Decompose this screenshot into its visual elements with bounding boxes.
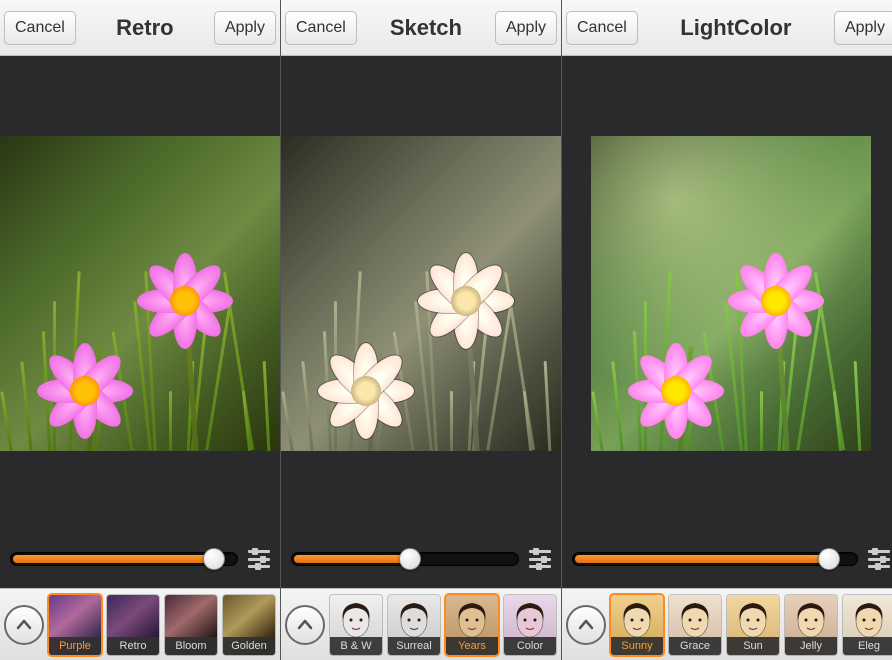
canvas-area [562, 56, 892, 530]
canvas-area [0, 56, 280, 530]
filter-thumb-label: Eleg [843, 637, 892, 655]
filter-thumb-label: Color [504, 637, 556, 655]
intensity-slider[interactable] [10, 552, 238, 566]
header: Cancel Retro Apply [0, 0, 280, 56]
filter-thumb-label: Sunny [611, 637, 663, 655]
panel-lightcolor: Cancel LightColor Apply [562, 0, 892, 660]
header: Cancel LightColor Apply [562, 0, 892, 56]
filter-thumb-label: Sun [727, 637, 779, 655]
apply-button[interactable]: Apply [834, 11, 892, 45]
filter-thumb-label: Purple [49, 637, 101, 655]
filter-strip: Sunny Grace Sun Jelly [562, 588, 892, 660]
slider-row [562, 530, 892, 588]
chevron-up-icon [296, 616, 314, 634]
slider-thumb[interactable] [203, 548, 225, 570]
chevron-up-icon [15, 616, 33, 634]
slider-row [281, 530, 561, 588]
cancel-button[interactable]: Cancel [4, 11, 76, 45]
filter-thumb-jelly[interactable]: Jelly [784, 594, 838, 656]
filter-thumb-label: Retro [107, 637, 159, 655]
photo-preview [281, 136, 561, 451]
filter-strip: Purple Retro Bloom Golden [0, 588, 280, 660]
filter-thumb-label: Bloom [165, 637, 217, 655]
cancel-button[interactable]: Cancel [566, 11, 638, 45]
filter-thumb-years[interactable]: Years [445, 594, 499, 656]
filter-thumb-purple[interactable]: Purple [48, 594, 102, 656]
header: Cancel Sketch Apply [281, 0, 561, 56]
photo-preview [0, 136, 280, 451]
filter-thumb-label: Grace [669, 637, 721, 655]
filter-thumb-label: Surreal [388, 637, 440, 655]
adjustments-icon[interactable] [529, 548, 551, 570]
page-title: LightColor [680, 15, 791, 41]
filter-thumb-bloom[interactable]: Bloom [164, 594, 218, 656]
filter-thumb-surreal[interactable]: Surreal [387, 594, 441, 656]
filter-thumb-label: Years [446, 637, 498, 655]
page-title: Sketch [390, 15, 462, 41]
slider-row [0, 530, 280, 588]
filter-thumb-eleg[interactable]: Eleg [842, 594, 892, 656]
apply-button[interactable]: Apply [495, 11, 557, 45]
page-title: Retro [116, 15, 173, 41]
chevron-up-icon [577, 616, 595, 634]
adjustments-icon[interactable] [248, 548, 270, 570]
expand-button[interactable] [566, 605, 606, 645]
adjustments-icon[interactable] [868, 548, 890, 570]
filter-thumb-label: Jelly [785, 637, 837, 655]
expand-button[interactable] [4, 605, 44, 645]
apply-button[interactable]: Apply [214, 11, 276, 45]
filter-thumb-sunny[interactable]: Sunny [610, 594, 664, 656]
filter-thumb-retro[interactable]: Retro [106, 594, 160, 656]
filter-strip: B & W Surreal Years Color [281, 588, 561, 660]
panel-retro: Cancel Retro Apply [0, 0, 281, 660]
cancel-button[interactable]: Cancel [285, 11, 357, 45]
filter-thumb-color[interactable]: Color [503, 594, 557, 656]
panel-sketch: Cancel Sketch Apply [281, 0, 562, 660]
intensity-slider[interactable] [291, 552, 519, 566]
filter-thumb-golden[interactable]: Golden [222, 594, 276, 656]
filter-thumb-label: B & W [330, 637, 382, 655]
filter-thumb-sun[interactable]: Sun [726, 594, 780, 656]
slider-thumb[interactable] [399, 548, 421, 570]
filter-thumb-grace[interactable]: Grace [668, 594, 722, 656]
intensity-slider[interactable] [572, 552, 858, 566]
photo-preview [591, 136, 871, 451]
expand-button[interactable] [285, 605, 325, 645]
filter-thumb-label: Golden [223, 637, 275, 655]
filter-thumb-b-w[interactable]: B & W [329, 594, 383, 656]
slider-thumb[interactable] [818, 548, 840, 570]
canvas-area [281, 56, 561, 530]
